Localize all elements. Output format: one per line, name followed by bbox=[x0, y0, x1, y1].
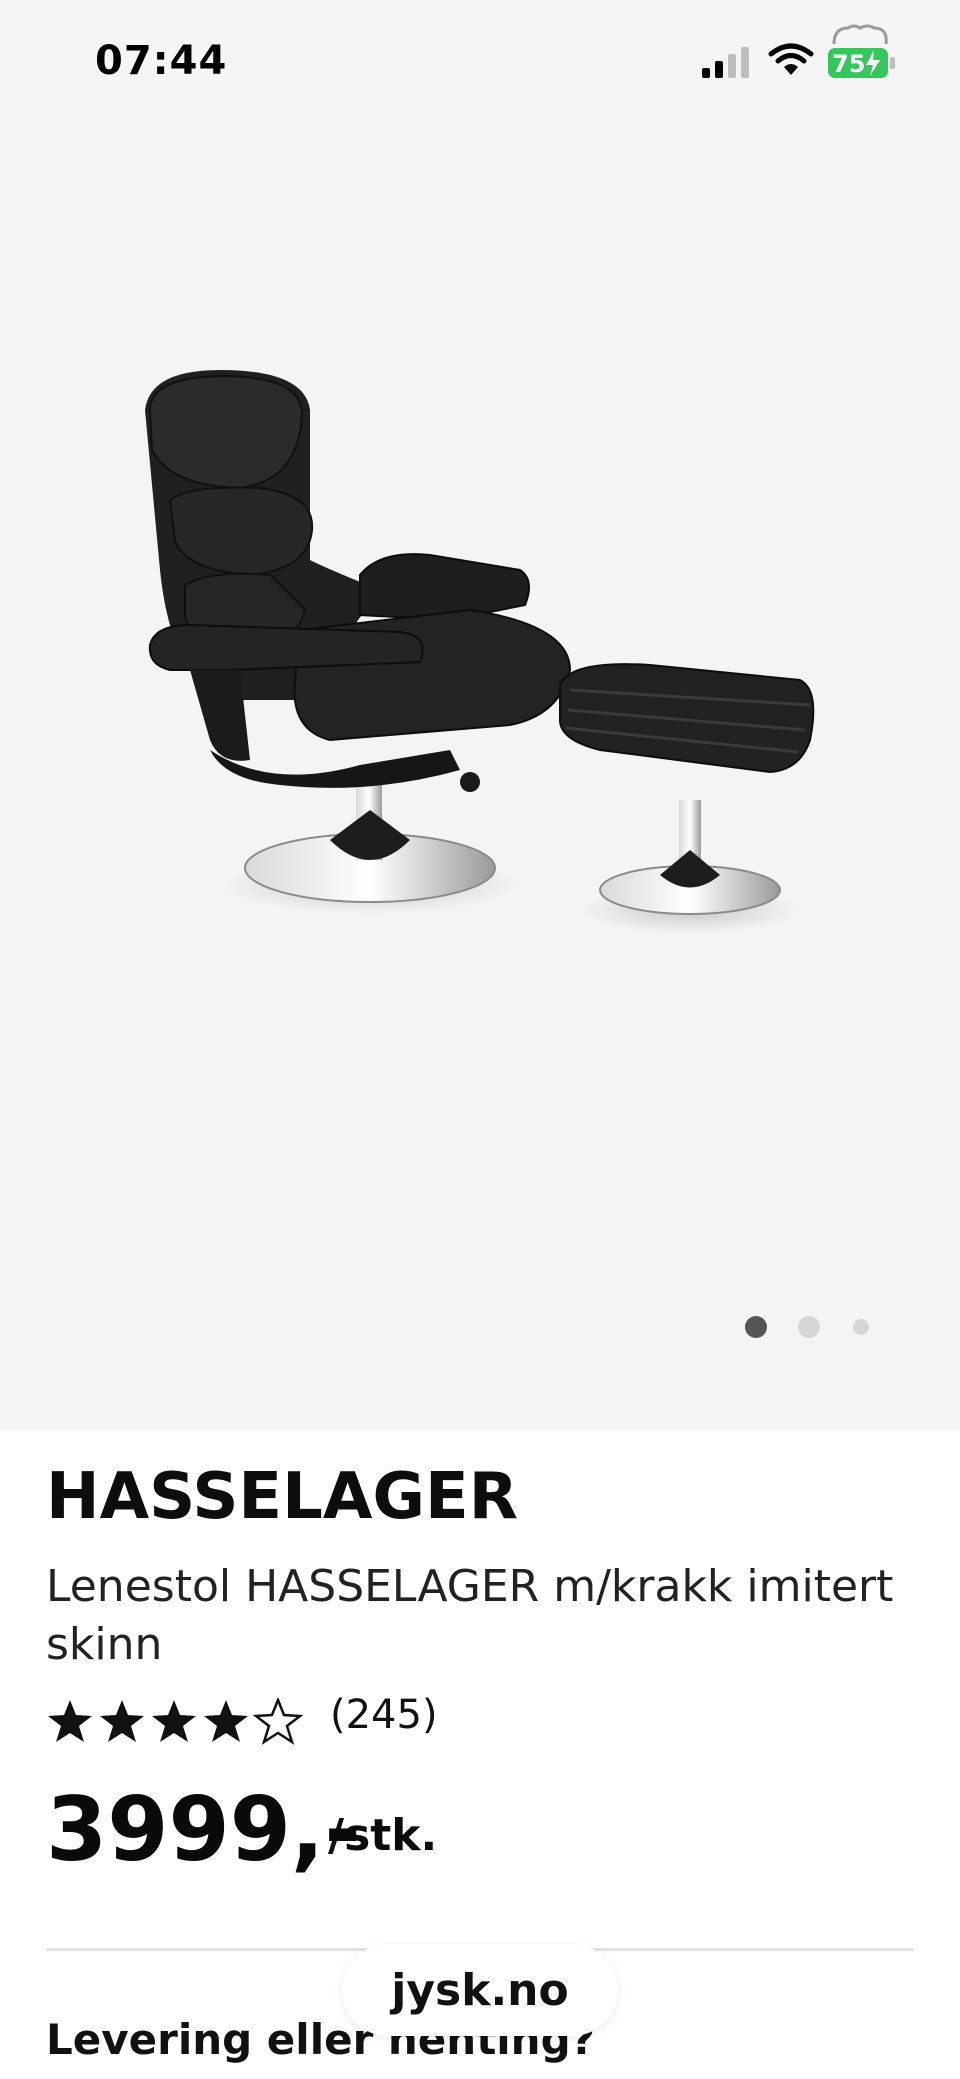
browser-url-bar[interactable]: jysk.no bbox=[342, 1944, 618, 2036]
product-image-gallery[interactable] bbox=[0, 120, 960, 1430]
review-count[interactable]: (245) bbox=[330, 1692, 438, 1738]
product-brand: HASSELAGER bbox=[46, 1460, 518, 1534]
gallery-pagination[interactable] bbox=[740, 1312, 880, 1342]
star-rating-icon bbox=[48, 1698, 304, 1745]
price-unit: /stk. bbox=[328, 1810, 438, 1861]
wifi-icon bbox=[768, 43, 814, 75]
pagination-dot[interactable] bbox=[798, 1316, 820, 1338]
price-row: 3999,- /stk. bbox=[46, 1778, 846, 1881]
product-name: Lenestol HASSELAGER m/krakk imitert skin… bbox=[46, 1561, 894, 1670]
battery-percent: 75 bbox=[832, 50, 865, 78]
product-image bbox=[145, 370, 815, 934]
status-bar: 07:44 75 bbox=[0, 0, 960, 120]
product-price: 3999,- bbox=[46, 1778, 361, 1881]
status-time: 07:44 bbox=[95, 38, 228, 84]
pagination-dot-active[interactable] bbox=[745, 1316, 767, 1338]
signal-icon bbox=[702, 47, 749, 78]
product-rating[interactable]: (245) bbox=[46, 1692, 546, 1752]
battery-charging-icon: 75 bbox=[824, 24, 900, 84]
pagination-dot[interactable] bbox=[853, 1319, 869, 1335]
